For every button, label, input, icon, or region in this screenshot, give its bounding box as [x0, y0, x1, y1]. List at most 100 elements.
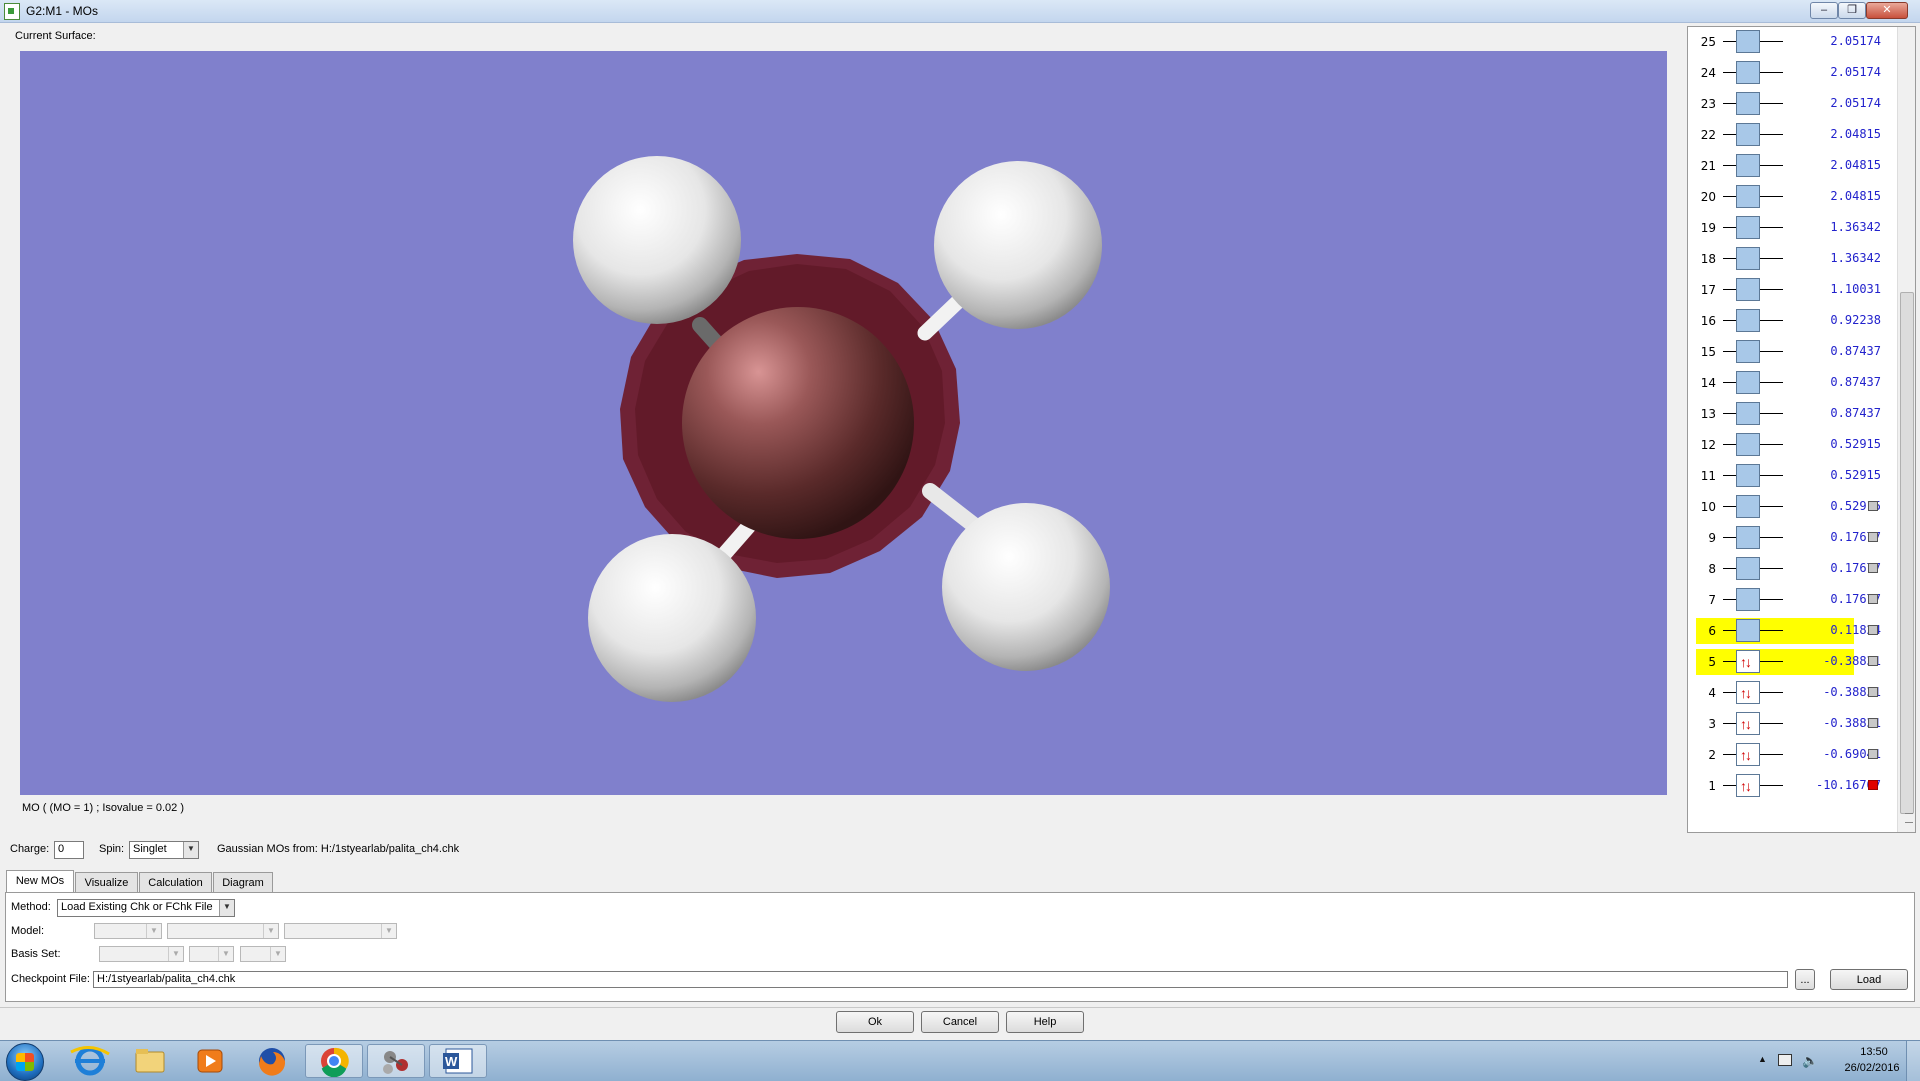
surface-checkbox[interactable]	[1868, 563, 1878, 573]
network-icon[interactable]	[1778, 1054, 1792, 1066]
mo-row[interactable]: 20 2.04815	[1688, 184, 1898, 215]
help-button[interactable]: Help	[1006, 1011, 1084, 1033]
cancel-button[interactable]: Cancel	[921, 1011, 999, 1033]
orbital-box[interactable]	[1736, 340, 1760, 363]
mo-row[interactable]: 18 1.36342	[1688, 246, 1898, 277]
mo-row[interactable]: 3 ↑↓ -0.38831	[1688, 711, 1898, 742]
taskbar-gaussview[interactable]	[367, 1044, 425, 1078]
orbital-box[interactable]	[1736, 216, 1760, 239]
mo-row[interactable]: 17 1.10031	[1688, 277, 1898, 308]
hydrogen-atom[interactable]	[573, 156, 741, 324]
start-orb-icon[interactable]	[6, 1043, 44, 1081]
taskbar-word[interactable]: W	[429, 1044, 487, 1078]
surface-checkbox[interactable]	[1868, 749, 1878, 759]
mo-row[interactable]: 25 2.05174	[1688, 29, 1898, 60]
carbon-atom[interactable]	[682, 307, 914, 539]
orbital-box[interactable]: ↑↓	[1736, 774, 1760, 797]
charge-input[interactable]: 0	[54, 841, 84, 859]
restore-button[interactable]: ❐	[1838, 2, 1866, 19]
clock-time[interactable]: 13:50	[1844, 1046, 1904, 1058]
mo-row[interactable]: 7 0.17677	[1688, 587, 1898, 618]
gaussview-app-icon[interactable]	[4, 3, 20, 20]
orbital-box[interactable]	[1736, 30, 1760, 53]
mo-row[interactable]: 1 ↑↓ -10.16707	[1688, 773, 1898, 804]
orbital-box[interactable]	[1736, 402, 1760, 425]
mo-row[interactable]: 11 0.52915	[1688, 463, 1898, 494]
orbital-box[interactable]: ↑↓	[1736, 681, 1760, 704]
orbital-box[interactable]: ↑↓	[1736, 650, 1760, 673]
spin-select[interactable]: Singlet ▼	[129, 841, 199, 859]
mo-row[interactable]: 13 0.87437	[1688, 401, 1898, 432]
clock-date[interactable]: 26/02/2016	[1832, 1062, 1912, 1074]
orbital-box[interactable]	[1736, 464, 1760, 487]
surface-checkbox[interactable]	[1868, 501, 1878, 511]
tab-diagram[interactable]: Diagram	[213, 872, 273, 892]
mo-row[interactable]: 23 2.05174	[1688, 91, 1898, 122]
mo-row[interactable]: 4 ↑↓ -0.38831	[1688, 680, 1898, 711]
hydrogen-atom[interactable]	[942, 503, 1110, 671]
show-desktop-button[interactable]	[1906, 1041, 1920, 1081]
orbital-box[interactable]	[1736, 92, 1760, 115]
orbital-box[interactable]	[1736, 278, 1760, 301]
hydrogen-atom[interactable]	[588, 534, 756, 702]
taskbar-media-player[interactable]	[181, 1044, 239, 1078]
surface-checkbox[interactable]	[1868, 532, 1878, 542]
orbital-box[interactable]	[1736, 371, 1760, 394]
surface-checkbox[interactable]	[1868, 594, 1878, 604]
mo-row[interactable]: 5 ↑↓ -0.38831	[1688, 649, 1898, 680]
mo-row[interactable]: 9 0.17677	[1688, 525, 1898, 556]
mo-row[interactable]: 14 0.87437	[1688, 370, 1898, 401]
mo-row[interactable]: 24 2.05174	[1688, 60, 1898, 91]
chevron-down-icon[interactable]: ▼	[219, 900, 234, 916]
surface-checkbox[interactable]	[1868, 718, 1878, 728]
ok-button[interactable]: Ok	[836, 1011, 914, 1033]
orbital-box[interactable]	[1736, 619, 1760, 642]
load-button[interactable]: Load	[1830, 969, 1908, 990]
molecule-viewer[interactable]	[20, 51, 1667, 795]
surface-checkbox[interactable]	[1868, 687, 1878, 697]
orbital-box[interactable]	[1736, 154, 1760, 177]
orbital-box[interactable]	[1736, 588, 1760, 611]
chevron-down-icon[interactable]: ▼	[183, 842, 198, 858]
taskbar-file-explorer[interactable]	[121, 1044, 179, 1078]
taskbar-internet-explorer[interactable]	[61, 1044, 119, 1078]
tab-visualize[interactable]: Visualize	[75, 872, 138, 892]
taskbar-chrome[interactable]	[305, 1044, 363, 1078]
orbital-box[interactable]	[1736, 185, 1760, 208]
orbital-box[interactable]	[1736, 526, 1760, 549]
volume-icon[interactable]: 🔈	[1802, 1053, 1818, 1069]
tray-expand-icon[interactable]: ▲	[1758, 1054, 1767, 1064]
mo-row[interactable]: 21 2.04815	[1688, 153, 1898, 184]
orbital-box[interactable]	[1736, 309, 1760, 332]
mo-row[interactable]: 6 0.11824	[1688, 618, 1898, 649]
mo-row[interactable]: 15 0.87437	[1688, 339, 1898, 370]
mo-row[interactable]: 16 0.92238	[1688, 308, 1898, 339]
scrollbar-thumb[interactable]	[1900, 292, 1914, 823]
orbital-box[interactable]	[1736, 495, 1760, 518]
method-select[interactable]: Load Existing Chk or FChk File ▼	[57, 899, 235, 917]
checkpoint-file-input[interactable]: H:/1styearlab/palita_ch4.chk	[93, 971, 1788, 988]
browse-button[interactable]: ...	[1795, 969, 1815, 990]
mo-row[interactable]: 10 0.52915	[1688, 494, 1898, 525]
orbital-box[interactable]	[1736, 61, 1760, 84]
mo-row[interactable]: 8 0.17677	[1688, 556, 1898, 587]
hydrogen-atom[interactable]	[934, 161, 1102, 329]
orbital-box[interactable]	[1736, 123, 1760, 146]
surface-checkbox[interactable]	[1868, 625, 1878, 635]
mo-row[interactable]: 22 2.04815	[1688, 122, 1898, 153]
orbital-box[interactable]: ↑↓	[1736, 712, 1760, 735]
mo-list-scrollbar[interactable]	[1897, 27, 1915, 832]
mo-row[interactable]: 2 ↑↓ -0.69041	[1688, 742, 1898, 773]
orbital-box[interactable]	[1736, 433, 1760, 456]
orbital-box[interactable]	[1736, 247, 1760, 270]
tab-calculation[interactable]: Calculation	[139, 872, 212, 892]
close-button[interactable]: ✕	[1866, 2, 1908, 19]
orbital-box[interactable]: ↑↓	[1736, 743, 1760, 766]
minimize-button[interactable]: –	[1810, 2, 1838, 19]
orbital-box[interactable]	[1736, 557, 1760, 580]
surface-checkbox[interactable]	[1868, 780, 1878, 790]
mo-row[interactable]: 12 0.52915	[1688, 432, 1898, 463]
mo-row[interactable]: 19 1.36342	[1688, 215, 1898, 246]
tab-new-mos[interactable]: New MOs	[6, 870, 74, 892]
mo-energy-list[interactable]: 25 2.05174 24 2.05174 23 2.05174 22 2.04815 21 2.…	[1687, 26, 1916, 833]
